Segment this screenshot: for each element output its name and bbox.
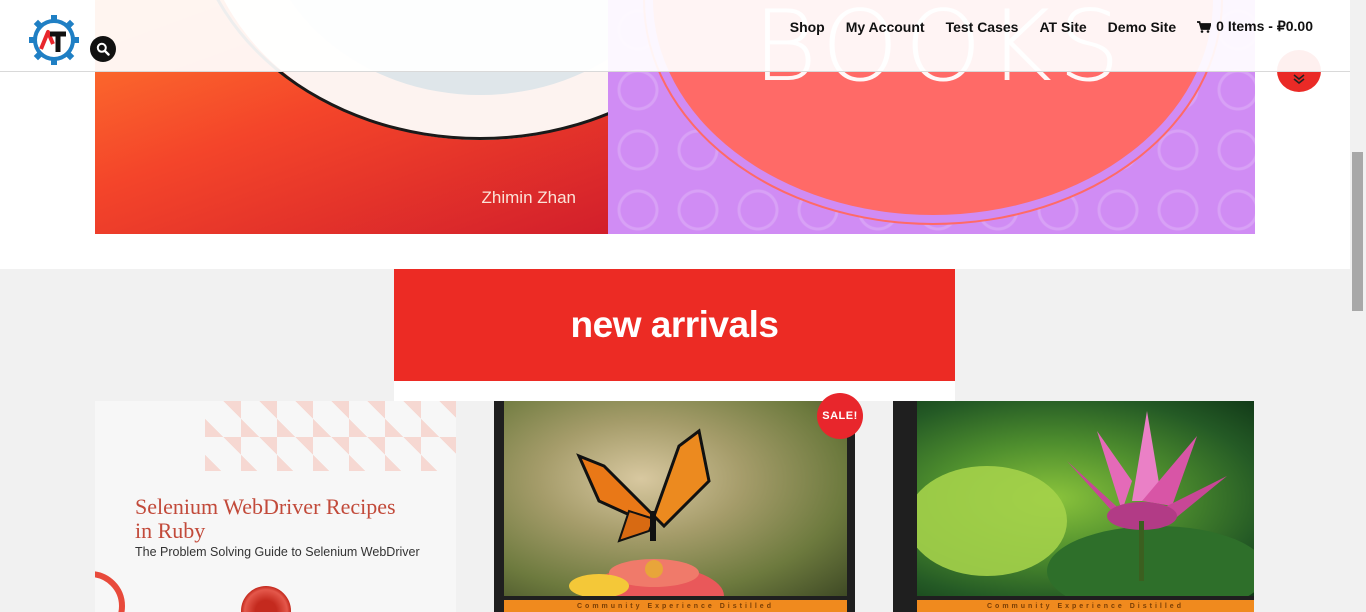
page: Zhimin Zhan BOOKS: [0, 0, 1366, 612]
butterfly-illustration: [569, 428, 724, 596]
product-card-butterfly[interactable]: Community Experience Distilled: [494, 401, 855, 612]
nav-at-site[interactable]: AT Site: [1039, 19, 1086, 35]
cover-photo-lotus: [917, 401, 1254, 596]
site-header: Shop My Account Test Cases AT Site Demo …: [0, 0, 1350, 72]
product-cover-title: Selenium WebDriver Recipes in Ruby: [135, 495, 396, 543]
new-arrivals-title: new arrivals: [570, 304, 779, 345]
double-chevron-down-icon: [1293, 74, 1305, 84]
cover-title-line1: Selenium WebDriver Recipes: [135, 494, 396, 519]
scrollbar-thumb[interactable]: [1352, 152, 1363, 311]
product-cover-subtitle: The Problem Solving Guide to Selenium We…: [135, 545, 420, 559]
cover-photo-butterfly: [504, 401, 847, 596]
cover-swoosh: [95, 571, 125, 612]
cart-link[interactable]: 0 Items - ₽0.00: [1197, 18, 1313, 35]
nav-my-account[interactable]: My Account: [846, 19, 925, 35]
nav-shop[interactable]: Shop: [790, 19, 825, 35]
product-card-selenium-ruby[interactable]: Selenium WebDriver Recipes in Ruby The P…: [95, 401, 456, 612]
cover-strip: Community Experience Distilled: [917, 600, 1254, 612]
heading-underbar: [394, 381, 955, 401]
nav-test-cases[interactable]: Test Cases: [946, 19, 1019, 35]
cover-title-line2: in Ruby: [135, 518, 206, 543]
main-nav: Shop My Account Test Cases AT Site Demo …: [790, 18, 1313, 35]
cart-icon: [1197, 20, 1212, 33]
cover-emblem: [241, 586, 291, 612]
product-card-lotus[interactable]: Community Experience Distilled: [893, 401, 1254, 612]
cart-summary: 0 Items - ₽0.00: [1216, 18, 1313, 34]
search-button[interactable]: [90, 36, 116, 62]
cover-pattern: [205, 401, 456, 471]
new-arrivals-heading-box: new arrivals: [394, 269, 955, 381]
slider-author: Zhimin Zhan: [481, 188, 576, 207]
nav-demo-site[interactable]: Demo Site: [1108, 19, 1176, 35]
search-icon: [96, 42, 110, 56]
sale-badge: SALE!: [817, 393, 863, 439]
gear-logo-icon: [29, 15, 79, 65]
site-logo[interactable]: [28, 14, 80, 66]
lotus-illustration: [917, 411, 1254, 596]
cover-strip: Community Experience Distilled: [504, 600, 847, 612]
